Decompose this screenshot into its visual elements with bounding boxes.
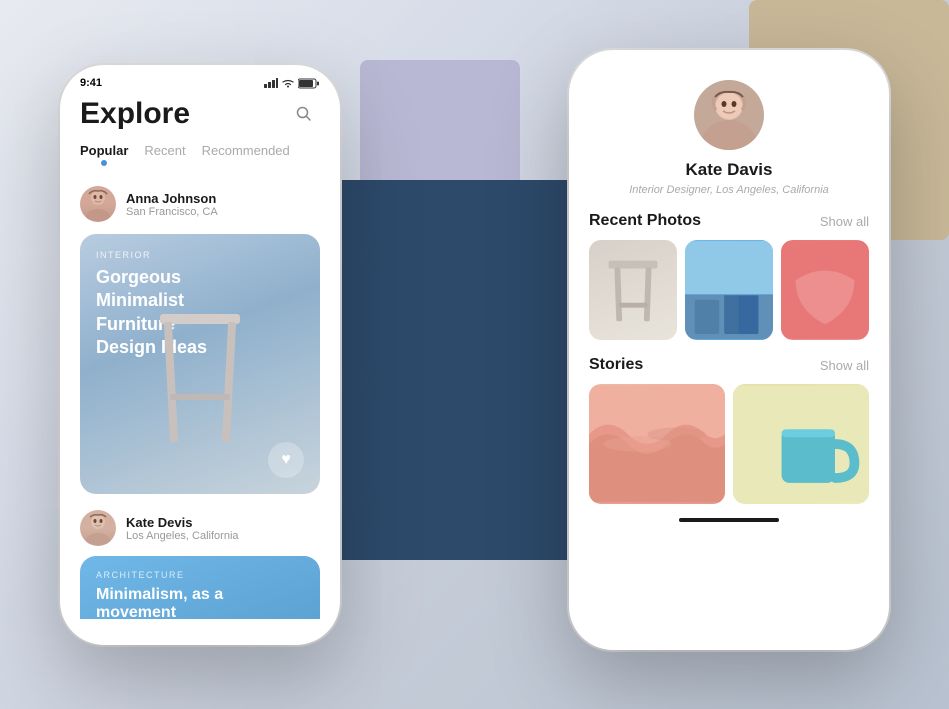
second-card-category: ARCHITECTURE — [96, 570, 304, 580]
stories-grid — [569, 384, 889, 504]
kd-avatar — [80, 510, 116, 546]
second-card-title: Minimalism, as a movement — [96, 586, 304, 619]
profile-avatar — [694, 80, 764, 150]
article-card-main[interactable]: INTERIOR Gorgeous Minimalist Furniture D… — [80, 234, 320, 494]
recent-photos-header: Recent Photos Show all — [569, 212, 889, 240]
recent-photos-title: Recent Photos — [589, 212, 701, 230]
tab-recommended[interactable]: Recommended — [202, 143, 290, 170]
anna-avatar — [80, 186, 116, 222]
photo-thumb-2[interactable] — [685, 240, 773, 340]
stool-brace — [170, 394, 230, 400]
profile-avatar-face — [694, 80, 764, 150]
heart-icon: ♥ — [281, 451, 291, 469]
right-phone: Kate Davis Interior Designer, Los Angele… — [569, 50, 889, 650]
explore-header: Explore — [80, 97, 320, 131]
heart-button[interactable]: ♥ — [268, 442, 304, 478]
stories-show-all[interactable]: Show all — [820, 358, 869, 373]
second-user-name: Kate Devis — [126, 515, 239, 530]
wifi-icon — [282, 79, 294, 88]
photo-thumb-1[interactable] — [589, 240, 677, 340]
second-user-info: Kate Devis Los Angeles, California — [126, 515, 239, 542]
kd-avatar-face — [80, 510, 116, 544]
story-thumb-1[interactable] — [589, 384, 725, 504]
photo-thumb-3[interactable] — [781, 240, 869, 340]
first-user-name: Anna Johnson — [126, 191, 218, 206]
profile-section: Kate Davis Interior Designer, Los Angele… — [569, 50, 889, 212]
tab-bar: Popular Recent Recommended — [80, 143, 320, 170]
story-mug-illustration — [733, 384, 869, 504]
status-time: 9:41 — [80, 77, 102, 89]
profile-name: Kate Davis — [686, 160, 773, 180]
left-phone: 9:41 Explore — [60, 65, 340, 645]
tab-recent[interactable]: Recent — [144, 143, 185, 170]
article-card-secondary[interactable]: ARCHITECTURE Minimalism, as a movement — [80, 556, 320, 619]
avatar-face — [80, 186, 116, 220]
photo-abstract — [781, 240, 869, 340]
recent-photos-show-all[interactable]: Show all — [820, 214, 869, 229]
stories-header: Stories Show all — [569, 356, 889, 374]
second-user-location: Los Angeles, California — [126, 530, 239, 542]
story-thumb-2[interactable] — [733, 384, 869, 504]
card-category: INTERIOR — [96, 250, 304, 260]
explore-title: Explore — [80, 97, 190, 131]
search-button[interactable] — [288, 98, 320, 130]
home-indicator — [679, 518, 779, 522]
stool-leg-left — [164, 322, 178, 442]
stories-title: Stories — [589, 356, 643, 374]
stool-illustration — [145, 314, 255, 474]
signal-icon — [264, 78, 278, 88]
tab-popular[interactable]: Popular — [80, 143, 128, 170]
second-user-row: Kate Devis Los Angeles, California — [80, 510, 320, 546]
photo-stool — [589, 240, 677, 340]
first-user-location: San Francisco, CA — [126, 206, 218, 218]
search-icon — [296, 106, 312, 122]
battery-icon — [298, 78, 320, 89]
stool-leg-right — [222, 322, 236, 442]
first-user-info: Anna Johnson San Francisco, CA — [126, 191, 218, 218]
phone-notch — [140, 65, 260, 89]
photo-building — [685, 240, 773, 340]
photos-grid — [569, 240, 889, 356]
story-wave-illustration — [589, 384, 725, 504]
profile-bio: Interior Designer, Los Angeles, Californ… — [629, 184, 829, 196]
phone-left-content: Explore Popular Recent Recommended — [60, 89, 340, 619]
first-user-row: Anna Johnson San Francisco, CA — [80, 186, 320, 222]
